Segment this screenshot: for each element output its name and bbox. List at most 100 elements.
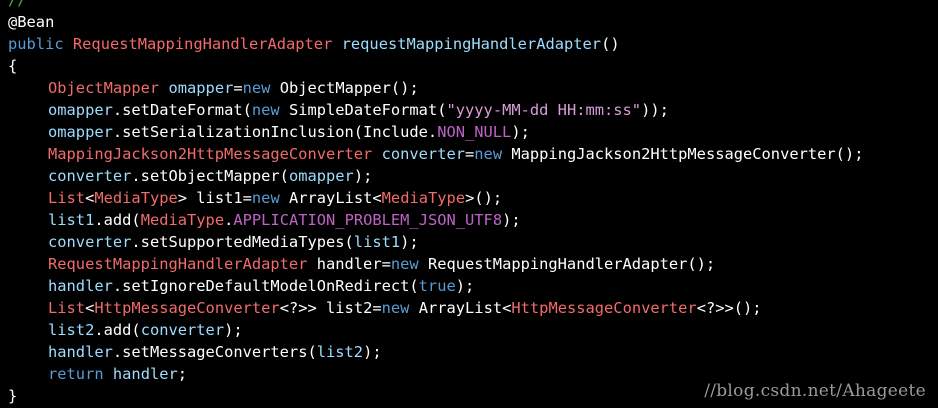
code-token: new	[251, 189, 280, 207]
code-token: .	[224, 211, 234, 229]
code-token: );	[400, 233, 419, 251]
code-token: list2	[316, 343, 364, 361]
code-line: List<HttpMessageConverter<?>> list2=new …	[8, 297, 863, 319]
code-token: {	[8, 57, 18, 75]
code-token: ));	[641, 101, 669, 119]
code-token: new	[381, 299, 410, 317]
code-line: converter.setSupportedMediaTypes(list1);	[8, 231, 863, 253]
code-token: ()	[601, 35, 620, 53]
code-token: .setDateFormat(	[112, 101, 252, 119]
code-token: <	[85, 299, 95, 317]
code-token: RequestMappingHandlerAdapter	[72, 35, 333, 53]
code-token: }	[8, 387, 18, 405]
code-token: new	[251, 101, 280, 119]
code-token: <	[85, 189, 95, 207]
code-line: omapper.setDateFormat(new SimpleDateForm…	[8, 99, 863, 121]
code-token: omapper	[48, 101, 113, 119]
code-token: handler=	[307, 255, 391, 273]
code-token: ArrayList<	[409, 299, 512, 317]
code-token: .setSerializationInclusion(Include.	[112, 123, 438, 141]
code-line: RequestMappingHandlerAdapter handler=new…	[8, 253, 863, 275]
code-token: RequestMappingHandlerAdapter	[48, 255, 308, 273]
code-line: handler.setMessageConverters(list2);	[8, 341, 863, 363]
code-token: RequestMappingHandlerAdapter();	[418, 255, 716, 273]
code-line: @Bean	[8, 11, 863, 33]
code-token: <?>>();	[696, 299, 762, 317]
code-token: HttpMessageConverter	[511, 299, 697, 317]
code-token: list1	[48, 211, 95, 229]
code-token: );	[511, 123, 530, 141]
code-token: new	[242, 79, 271, 97]
code-token: requestMappingHandlerAdapter	[341, 35, 602, 53]
code-line: //	[8, 0, 863, 11]
code-token: public	[8, 35, 64, 53]
code-token: HttpMessageConverter	[94, 299, 280, 317]
code-editor[interactable]: // @Bean public RequestMappingHandlerAdapt…	[0, 0, 938, 408]
code-token: .setMessageConverters(	[112, 343, 317, 361]
code-token: ;	[177, 365, 188, 383]
code-token: ObjectMapper	[48, 79, 160, 97]
code-token: @Bean	[8, 13, 55, 31]
code-token: MediaType	[94, 189, 178, 207]
code-token: .setObjectMapper(	[131, 167, 289, 185]
code-token: .setSupportedMediaTypes(	[131, 233, 354, 251]
code-token: handler	[48, 277, 113, 295]
code-token: List	[48, 189, 86, 207]
code-token: List	[48, 299, 86, 317]
code-token: MappingJackson2HttpMessageConverter	[48, 145, 373, 163]
code-line: omapper.setSerializationInclusion(Includ…	[8, 121, 863, 143]
code-token: .add(	[94, 321, 141, 339]
code-token: //	[8, 0, 27, 9]
watermark: //blog.csdn.net/Ahageete	[704, 381, 926, 401]
code-token: return	[48, 365, 104, 383]
code-token: );	[455, 277, 475, 295]
code-token: new	[474, 145, 503, 163]
code-token: new	[390, 255, 419, 273]
code-token: omapper	[48, 123, 113, 141]
code-token: <?>> list2=	[279, 299, 382, 317]
code-line: converter.setObjectMapper(omapper);	[8, 165, 863, 187]
code-line: List<MediaType> list1=new ArrayList<Medi…	[8, 187, 863, 209]
code-token: ObjectMapper();	[270, 79, 419, 97]
code-token: converter	[48, 233, 132, 251]
code-token: );	[363, 343, 382, 361]
code-token: NON_NULL	[437, 123, 512, 141]
code-line: list2.add(converter);	[8, 319, 863, 341]
code-token: MediaType	[140, 211, 225, 229]
code-token: list2	[48, 321, 95, 339]
code-token: handler	[48, 343, 113, 361]
code-token: =	[233, 79, 243, 97]
code-token: ArrayList<	[279, 189, 382, 207]
code-line: ObjectMapper omapper=new ObjectMapper();	[8, 77, 863, 99]
code-token: list1	[353, 233, 401, 251]
code-line: MappingJackson2HttpMessageConverter conv…	[8, 143, 863, 165]
code-token: converter	[140, 321, 225, 339]
code-token: .setIgnoreDefaultModelOnRedirect(	[112, 277, 419, 295]
code-block[interactable]: // @Bean public RequestMappingHandlerAdapt…	[8, 0, 863, 407]
code-token: =	[465, 145, 475, 163]
code-token: handler	[112, 365, 178, 383]
code-line: {	[8, 55, 863, 77]
code-token: omapper	[168, 79, 234, 97]
code-token: converter	[381, 145, 465, 163]
code-token: true	[418, 277, 456, 295]
code-token: MediaType	[381, 189, 466, 207]
code-token: APPLICATION_PROBLEM_JSON_UTF8	[233, 211, 503, 229]
code-token: SimpleDateFormat(	[279, 101, 447, 119]
code-line: handler.setIgnoreDefaultModelOnRedirect(…	[8, 275, 863, 297]
code-line: public RequestMappingHandlerAdapter requ…	[8, 33, 863, 55]
code-line: list1.add(MediaType.APPLICATION_PROBLEM_…	[8, 209, 863, 231]
code-token: );	[502, 211, 521, 229]
code-token: >();	[465, 189, 503, 207]
code-token: .add(	[94, 211, 141, 229]
code-token: );	[224, 321, 243, 339]
code-token: converter	[48, 167, 132, 185]
code-token: MappingJackson2HttpMessageConverter();	[502, 145, 864, 163]
code-token: omapper	[288, 167, 354, 185]
code-token: > list1=	[177, 189, 252, 207]
code-token: );	[353, 167, 373, 185]
